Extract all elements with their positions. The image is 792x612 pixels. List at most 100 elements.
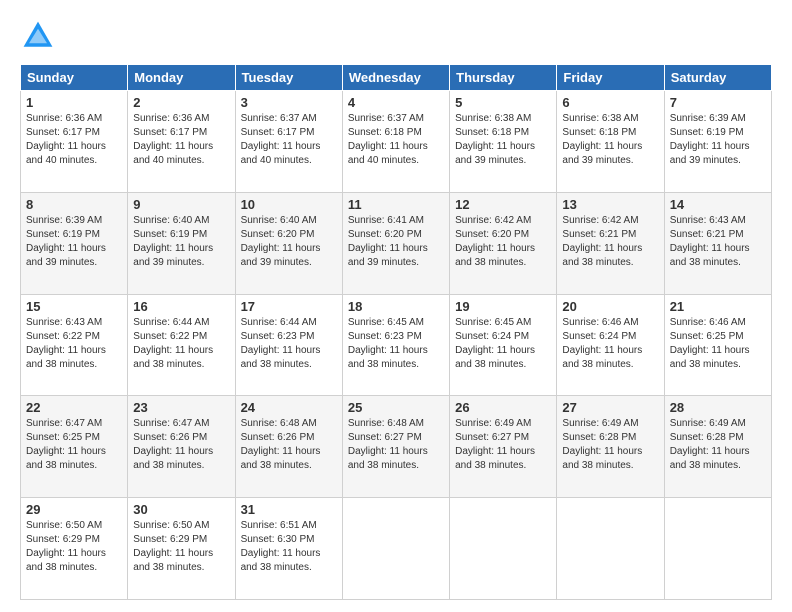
day-cell-12: 12 Sunrise: 6:42 AM Sunset: 6:20 PM Dayli… — [450, 192, 557, 294]
day-number: 29 — [26, 502, 122, 517]
day-number: 14 — [670, 197, 766, 212]
logo — [20, 18, 62, 54]
day-number: 21 — [670, 299, 766, 314]
day-info: Sunrise: 6:50 AM Sunset: 6:29 PM Dayligh… — [26, 519, 122, 575]
day-cell-9: 9 Sunrise: 6:40 AM Sunset: 6:19 PM Daylig… — [128, 192, 235, 294]
day-cell-25: 25 Sunrise: 6:48 AM Sunset: 6:27 PM Dayli… — [342, 396, 449, 498]
weekday-header-sunday: Sunday — [21, 65, 128, 91]
weekday-header-tuesday: Tuesday — [235, 65, 342, 91]
day-number: 1 — [26, 95, 122, 110]
day-cell-20: 20 Sunrise: 6:46 AM Sunset: 6:24 PM Dayli… — [557, 294, 664, 396]
day-info: Sunrise: 6:49 AM Sunset: 6:27 PM Dayligh… — [455, 417, 551, 473]
day-info: Sunrise: 6:43 AM Sunset: 6:21 PM Dayligh… — [670, 214, 766, 270]
weekday-header-friday: Friday — [557, 65, 664, 91]
day-cell-19: 19 Sunrise: 6:45 AM Sunset: 6:24 PM Dayli… — [450, 294, 557, 396]
day-cell-23: 23 Sunrise: 6:47 AM Sunset: 6:26 PM Dayli… — [128, 396, 235, 498]
day-info: Sunrise: 6:36 AM Sunset: 6:17 PM Dayligh… — [133, 112, 229, 168]
day-info: Sunrise: 6:42 AM Sunset: 6:21 PM Dayligh… — [562, 214, 658, 270]
week-row-2: 8 Sunrise: 6:39 AM Sunset: 6:19 PM Daylig… — [21, 192, 772, 294]
day-cell-14: 14 Sunrise: 6:43 AM Sunset: 6:21 PM Dayli… — [664, 192, 771, 294]
weekday-header-wednesday: Wednesday — [342, 65, 449, 91]
day-cell-3: 3 Sunrise: 6:37 AM Sunset: 6:17 PM Daylig… — [235, 91, 342, 193]
day-cell-31: 31Sunrise: 6:51 AM Sunset: 6:30 PM Dayli… — [235, 498, 342, 600]
day-cell-4: 4 Sunrise: 6:37 AM Sunset: 6:18 PM Daylig… — [342, 91, 449, 193]
weekday-header-thursday: Thursday — [450, 65, 557, 91]
week-row-3: 15 Sunrise: 6:43 AM Sunset: 6:22 PM Dayli… — [21, 294, 772, 396]
day-info: Sunrise: 6:39 AM Sunset: 6:19 PM Dayligh… — [670, 112, 766, 168]
day-info: Sunrise: 6:40 AM Sunset: 6:19 PM Dayligh… — [133, 214, 229, 270]
day-info: Sunrise: 6:42 AM Sunset: 6:20 PM Dayligh… — [455, 214, 551, 270]
day-info: Sunrise: 6:46 AM Sunset: 6:24 PM Dayligh… — [562, 316, 658, 372]
day-number: 25 — [348, 400, 444, 415]
day-cell-2: 2 Sunrise: 6:36 AM Sunset: 6:17 PM Daylig… — [128, 91, 235, 193]
day-number: 22 — [26, 400, 122, 415]
weekday-header-saturday: Saturday — [664, 65, 771, 91]
logo-icon — [20, 18, 56, 54]
day-info: Sunrise: 6:36 AM Sunset: 6:17 PM Dayligh… — [26, 112, 122, 168]
day-info: Sunrise: 6:45 AM Sunset: 6:23 PM Dayligh… — [348, 316, 444, 372]
day-cell-13: 13 Sunrise: 6:42 AM Sunset: 6:21 PM Dayli… — [557, 192, 664, 294]
day-number: 4 — [348, 95, 444, 110]
empty-cell — [557, 498, 664, 600]
day-cell-30: 30 Sunrise: 6:50 AM Sunset: 6:29 PM Dayli… — [128, 498, 235, 600]
day-info: Sunrise: 6:44 AM Sunset: 6:23 PM Dayligh… — [241, 316, 337, 372]
day-info: Sunrise: 6:45 AM Sunset: 6:24 PM Dayligh… — [455, 316, 551, 372]
calendar-table: SundayMondayTuesdayWednesdayThursdayFrid… — [20, 64, 772, 600]
day-cell-7: 7 Sunrise: 6:39 AM Sunset: 6:19 PM Daylig… — [664, 91, 771, 193]
day-info: Sunrise: 6:50 AM Sunset: 6:29 PM Dayligh… — [133, 519, 229, 575]
empty-cell — [664, 498, 771, 600]
day-info: Sunrise: 6:43 AM Sunset: 6:22 PM Dayligh… — [26, 316, 122, 372]
day-number: 3 — [241, 95, 337, 110]
day-number: 7 — [670, 95, 766, 110]
week-row-1: 1 Sunrise: 6:36 AM Sunset: 6:17 PM Daylig… — [21, 91, 772, 193]
day-number: 9 — [133, 197, 229, 212]
day-number: 2 — [133, 95, 229, 110]
day-number: 12 — [455, 197, 551, 212]
day-cell-28: 28 Sunrise: 6:49 AM Sunset: 6:28 PM Dayli… — [664, 396, 771, 498]
empty-cell — [342, 498, 449, 600]
day-number: 20 — [562, 299, 658, 314]
day-number: 6 — [562, 95, 658, 110]
header — [20, 18, 772, 54]
day-number: 26 — [455, 400, 551, 415]
day-cell-24: 24Sunrise: 6:48 AM Sunset: 6:26 PM Dayli… — [235, 396, 342, 498]
day-number: 23 — [133, 400, 229, 415]
day-cell-18: 18 Sunrise: 6:45 AM Sunset: 6:23 PM Dayli… — [342, 294, 449, 396]
day-info: Sunrise: 6:39 AM Sunset: 6:19 PM Dayligh… — [26, 214, 122, 270]
day-cell-1: 1 Sunrise: 6:36 AM Sunset: 6:17 PM Daylig… — [21, 91, 128, 193]
week-row-4: 22 Sunrise: 6:47 AM Sunset: 6:25 PM Dayli… — [21, 396, 772, 498]
day-cell-29: 29 Sunrise: 6:50 AM Sunset: 6:29 PM Dayli… — [21, 498, 128, 600]
day-number: 15 — [26, 299, 122, 314]
day-number: 13 — [562, 197, 658, 212]
day-cell-11: 11 Sunrise: 6:41 AM Sunset: 6:20 PM Dayli… — [342, 192, 449, 294]
day-number: 31 — [241, 502, 337, 517]
day-cell-26: 26 Sunrise: 6:49 AM Sunset: 6:27 PM Dayli… — [450, 396, 557, 498]
day-number: 27 — [562, 400, 658, 415]
day-number: 28 — [670, 400, 766, 415]
day-cell-16: 16Sunrise: 6:44 AM Sunset: 6:22 PM Dayli… — [128, 294, 235, 396]
weekday-header-row: SundayMondayTuesdayWednesdayThursdayFrid… — [21, 65, 772, 91]
day-cell-8: 8 Sunrise: 6:39 AM Sunset: 6:19 PM Daylig… — [21, 192, 128, 294]
day-info: Sunrise: 6:47 AM Sunset: 6:26 PM Dayligh… — [133, 417, 229, 473]
empty-cell — [450, 498, 557, 600]
day-number: 19 — [455, 299, 551, 314]
page: SundayMondayTuesdayWednesdayThursdayFrid… — [0, 0, 792, 612]
day-info: Sunrise: 6:47 AM Sunset: 6:25 PM Dayligh… — [26, 417, 122, 473]
day-number: 18 — [348, 299, 444, 314]
day-info: Sunrise: 6:37 AM Sunset: 6:17 PM Dayligh… — [241, 112, 337, 168]
day-number: 11 — [348, 197, 444, 212]
day-cell-10: 10Sunrise: 6:40 AM Sunset: 6:20 PM Dayli… — [235, 192, 342, 294]
day-info: Sunrise: 6:37 AM Sunset: 6:18 PM Dayligh… — [348, 112, 444, 168]
day-info: Sunrise: 6:48 AM Sunset: 6:27 PM Dayligh… — [348, 417, 444, 473]
day-info: Sunrise: 6:38 AM Sunset: 6:18 PM Dayligh… — [562, 112, 658, 168]
day-cell-5: 5Sunrise: 6:38 AM Sunset: 6:18 PM Daylig… — [450, 91, 557, 193]
day-number: 5 — [455, 95, 551, 110]
day-info: Sunrise: 6:48 AM Sunset: 6:26 PM Dayligh… — [241, 417, 337, 473]
weekday-header-monday: Monday — [128, 65, 235, 91]
day-info: Sunrise: 6:49 AM Sunset: 6:28 PM Dayligh… — [670, 417, 766, 473]
day-info: Sunrise: 6:40 AM Sunset: 6:20 PM Dayligh… — [241, 214, 337, 270]
day-info: Sunrise: 6:44 AM Sunset: 6:22 PM Dayligh… — [133, 316, 229, 372]
day-number: 8 — [26, 197, 122, 212]
day-info: Sunrise: 6:41 AM Sunset: 6:20 PM Dayligh… — [348, 214, 444, 270]
day-number: 30 — [133, 502, 229, 517]
